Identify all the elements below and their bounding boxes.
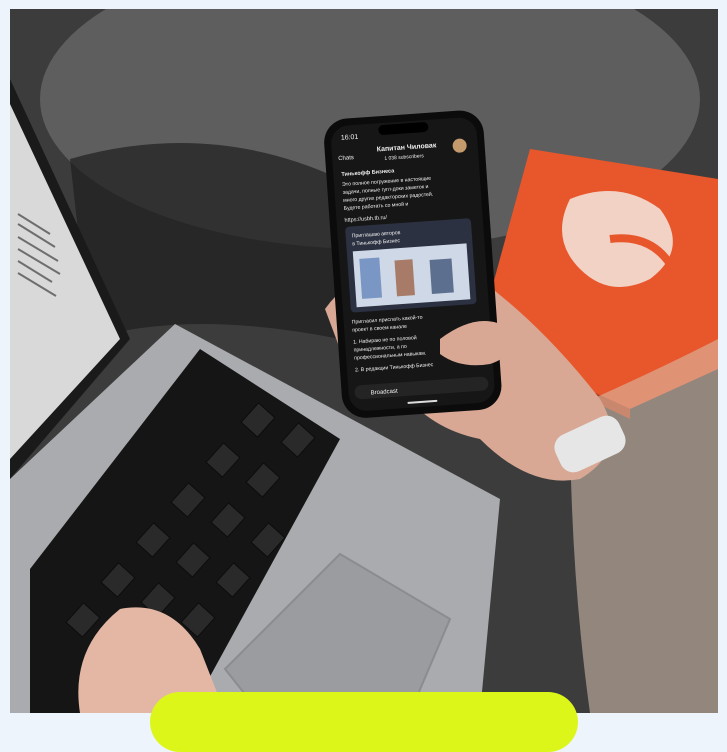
card-image-figure: [394, 259, 415, 297]
card-image-figure: [429, 258, 454, 294]
phone: 16:01 Chats Капитан Чиловак 1 038 subscr…: [324, 110, 502, 418]
back-button[interactable]: Chats: [338, 155, 354, 162]
photo: 16:01 Chats Капитан Чиловак 1 038 subscr…: [10, 9, 718, 713]
status-time: 16:01: [341, 134, 359, 142]
card-image-figure: [359, 257, 383, 299]
cta-banner[interactable]: [150, 692, 578, 752]
photo-scene: 16:01 Chats Капитан Чиловак 1 038 subscr…: [10, 9, 718, 713]
